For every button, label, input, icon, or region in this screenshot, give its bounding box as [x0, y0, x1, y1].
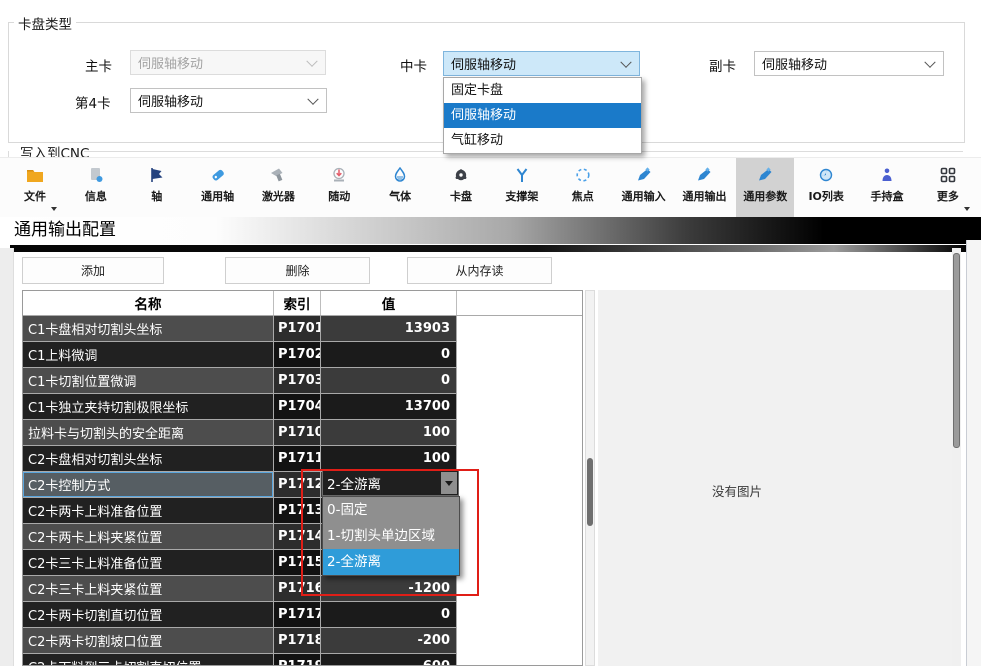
ribbon-toolbar: 文件 信息 轴 通用轴 激光器 — [0, 157, 981, 217]
follow-arrow-icon — [330, 165, 348, 185]
table-row[interactable]: 拉料卡与切割头的安全距离 P1710 100 — [23, 420, 582, 446]
read-memory-button[interactable]: 从内存读 — [407, 257, 552, 284]
toolbar-item-axis[interactable]: 轴 — [128, 158, 186, 217]
table-row[interactable]: C2卡三卡上料夹紧位置 P1716 -1200 — [23, 576, 582, 602]
toolbar-item-io-list[interactable]: IO列表 — [797, 158, 855, 217]
pen-output-icon — [695, 165, 713, 185]
table-scrollbar-thumb[interactable] — [587, 458, 593, 526]
right-edge-strip — [967, 240, 981, 666]
parameter-table: 名称 索引 值 C1卡盘相对切割头坐标 P1701 13903 C1上料微调 P… — [22, 290, 583, 666]
support-icon — [513, 165, 531, 185]
fourth-chuck-combo[interactable]: 伺服轴移动 — [130, 88, 327, 113]
add-button[interactable]: 添加 — [22, 257, 164, 284]
info-icon — [87, 165, 105, 185]
dropdown-option-selected[interactable]: 2-全游离 — [323, 549, 459, 575]
chevron-down-icon — [924, 56, 935, 67]
caret-down-icon — [51, 207, 57, 211]
delete-button[interactable]: 删除 — [225, 257, 370, 284]
gas-icon — [391, 165, 409, 185]
focus-icon — [574, 165, 592, 185]
more-grid-icon — [939, 165, 957, 185]
table-row-selected[interactable]: C2卡控制方式 P1712 — [23, 472, 582, 498]
mid-chuck-dropdown-list: 固定卡盘 伺服轴移动 气缸移动 — [443, 77, 642, 154]
chuck-icon — [452, 165, 470, 185]
toolbar-item-info[interactable]: 信息 — [67, 158, 125, 217]
main-chuck-value: 伺服轴移动 — [138, 53, 203, 72]
sub-chuck-combo[interactable]: 伺服轴移动 — [754, 51, 944, 76]
table-row[interactable]: C2卡两卡切割坡口位置 P1718 -200 — [23, 628, 582, 654]
column-header-index[interactable]: 索引 — [274, 291, 321, 315]
toolbar-item-general-input[interactable]: 通用输入 — [615, 158, 673, 217]
section-title-bar: 通用输出配置 — [0, 217, 981, 244]
sub-chuck-label: 副卡 — [709, 55, 736, 75]
toolbar-item-laser[interactable]: 激光器 — [249, 158, 307, 217]
cell-dropdown-list: 0-固定 1-切割头单边区域 2-全游离 — [322, 496, 460, 576]
dropdown-option[interactable]: 0-固定 — [323, 497, 459, 523]
sub-chuck-value: 伺服轴移动 — [762, 54, 827, 73]
mid-chuck-combo[interactable]: 伺服轴移动 — [443, 51, 640, 76]
column-header-value[interactable]: 值 — [321, 291, 457, 315]
toolbar-item-chuck[interactable]: 卡盘 — [432, 158, 490, 217]
chevron-down-icon — [620, 56, 631, 67]
chuck-type-group-title: 卡盘类型 — [14, 13, 76, 33]
toolbar-item-general-output[interactable]: 通用输出 — [675, 158, 733, 217]
axis-flag-icon — [148, 165, 166, 185]
toolbar-item-general-axis[interactable]: 通用轴 — [189, 158, 247, 217]
dropdown-option-selected[interactable]: 伺服轴移动 — [444, 103, 641, 128]
toolbar-item-gas[interactable]: 气体 — [371, 158, 429, 217]
cell-dropdown-value: 2-全游离 — [323, 473, 441, 493]
table-row[interactable]: C1上料微调 P1702 0 — [23, 342, 582, 368]
toolbar-item-follow[interactable]: 随动 — [310, 158, 368, 217]
table-row[interactable]: C1卡切割位置微调 P1703 0 — [23, 368, 582, 394]
image-preview-panel — [598, 290, 952, 666]
column-header-empty — [457, 291, 582, 315]
toolbar-item-handbox[interactable]: 手持盒 — [858, 158, 916, 217]
section-divider-bar — [10, 245, 968, 252]
table-header: 名称 索引 值 — [23, 291, 582, 316]
table-row[interactable]: C2卡两卡上料夹紧位置 P1714 — [23, 524, 582, 550]
table-row[interactable]: C2卡盘相对切割头坐标 P1711 100 — [23, 446, 582, 472]
dropdown-option[interactable]: 1-切割头单边区域 — [323, 523, 459, 549]
main-chuck-combo: 伺服轴移动 — [130, 50, 326, 75]
table-row[interactable]: C2卡两卡上料准备位置 P1713 — [23, 498, 582, 524]
main-chuck-label: 主卡 — [85, 55, 112, 75]
dropdown-option[interactable]: 固定卡盘 — [444, 78, 641, 103]
dropdown-option[interactable]: 气缸移动 — [444, 128, 641, 153]
pen-input-icon — [635, 165, 653, 185]
table-row[interactable]: C2卡两卡切割直切位置 P1717 0 — [23, 602, 582, 628]
caret-down-icon — [964, 207, 970, 211]
toolbar-item-support[interactable]: 支撑架 — [493, 158, 551, 217]
fourth-chuck-value: 伺服轴移动 — [138, 91, 203, 110]
left-gutter — [0, 248, 14, 666]
tag-icon — [209, 165, 227, 185]
folder-icon — [26, 165, 44, 185]
laser-icon — [269, 165, 287, 185]
section-title: 通用输出配置 — [14, 217, 116, 243]
pen-params-icon — [756, 165, 774, 185]
fourth-chuck-label: 第4卡 — [75, 92, 111, 112]
column-header-name[interactable]: 名称 — [23, 291, 274, 315]
table-row[interactable]: C1卡独立夹持切割极限坐标 P1704 13700 — [23, 394, 582, 420]
toolbar-item-focus[interactable]: 焦点 — [554, 158, 612, 217]
mid-chuck-label: 中卡 — [400, 55, 427, 75]
table-row-clipped[interactable]: C2卡下料到三卡切割直切位置 P1719 600 — [23, 654, 582, 666]
io-clock-icon — [817, 165, 835, 185]
cnc-config-window: 卡盘类型 主卡 伺服轴移动 中卡 伺服轴移动 副卡 伺服轴移动 第4卡 伺服轴移… — [0, 0, 981, 666]
mid-chuck-value: 伺服轴移动 — [451, 54, 516, 73]
triangle-down-icon — [445, 481, 453, 486]
toolbar-item-general-params[interactable]: 通用参数 — [736, 158, 794, 217]
table-row[interactable]: C1卡盘相对切割头坐标 P1701 13903 — [23, 316, 582, 342]
cell-dropdown-combo[interactable]: 2-全游离 — [322, 470, 459, 496]
table-row[interactable]: C2卡三卡上料准备位置 P1715 — [23, 550, 582, 576]
chevron-down-icon — [306, 55, 317, 66]
page-scrollbar-thumb[interactable] — [953, 253, 960, 448]
dropdown-button[interactable] — [441, 472, 457, 494]
no-image-placeholder: 没有图片 — [712, 481, 762, 500]
toolbar-item-more[interactable]: 更多 — [919, 158, 977, 217]
chevron-down-icon — [307, 93, 318, 104]
handbox-icon — [878, 165, 896, 185]
toolbar-item-file[interactable]: 文件 — [6, 158, 64, 217]
